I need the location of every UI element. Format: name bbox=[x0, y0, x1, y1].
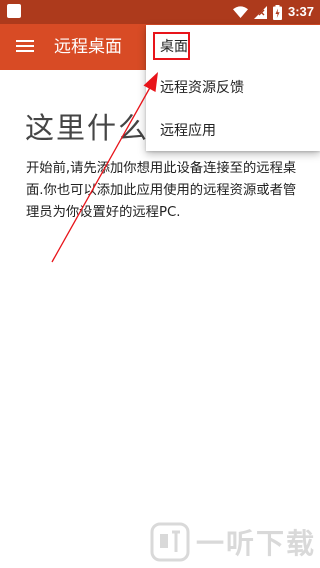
signal-icon bbox=[253, 5, 267, 19]
status-indicators: 3:37 bbox=[232, 2, 314, 22]
menu-item-remote-resource-feed[interactable]: 远程资源反馈 bbox=[146, 68, 320, 108]
menu-item-remote-app[interactable]: 远程应用 bbox=[146, 111, 320, 151]
app-title: 远程桌面 bbox=[54, 37, 122, 57]
menu-item-desktop[interactable]: 桌面 bbox=[146, 27, 320, 67]
watermark: 一听下载 bbox=[150, 522, 316, 562]
status-bar: 3:37 bbox=[0, 0, 320, 24]
add-menu-dropdown: 桌面 远程资源反馈 远程应用 bbox=[146, 25, 320, 151]
notification-icon bbox=[7, 4, 21, 18]
empty-state-description: 开始前,请先添加你想用此设备连接至的远程桌面.你也可以添加此应用使用的远程资源或… bbox=[26, 161, 297, 220]
wifi-icon bbox=[232, 6, 248, 18]
battery-charging-icon bbox=[272, 4, 282, 20]
screen: 3:37 远程桌面 这里什么 开始前,请先添加你想用此设备连接至的远程桌面.你也… bbox=[0, 0, 320, 568]
status-time: 3:37 bbox=[287, 4, 314, 19]
page-heading: 这里什么 bbox=[25, 111, 150, 145]
watermark-logo-icon bbox=[150, 522, 190, 562]
hamburger-menu-icon[interactable] bbox=[16, 39, 34, 53]
watermark-text: 一听下载 bbox=[195, 527, 316, 560]
